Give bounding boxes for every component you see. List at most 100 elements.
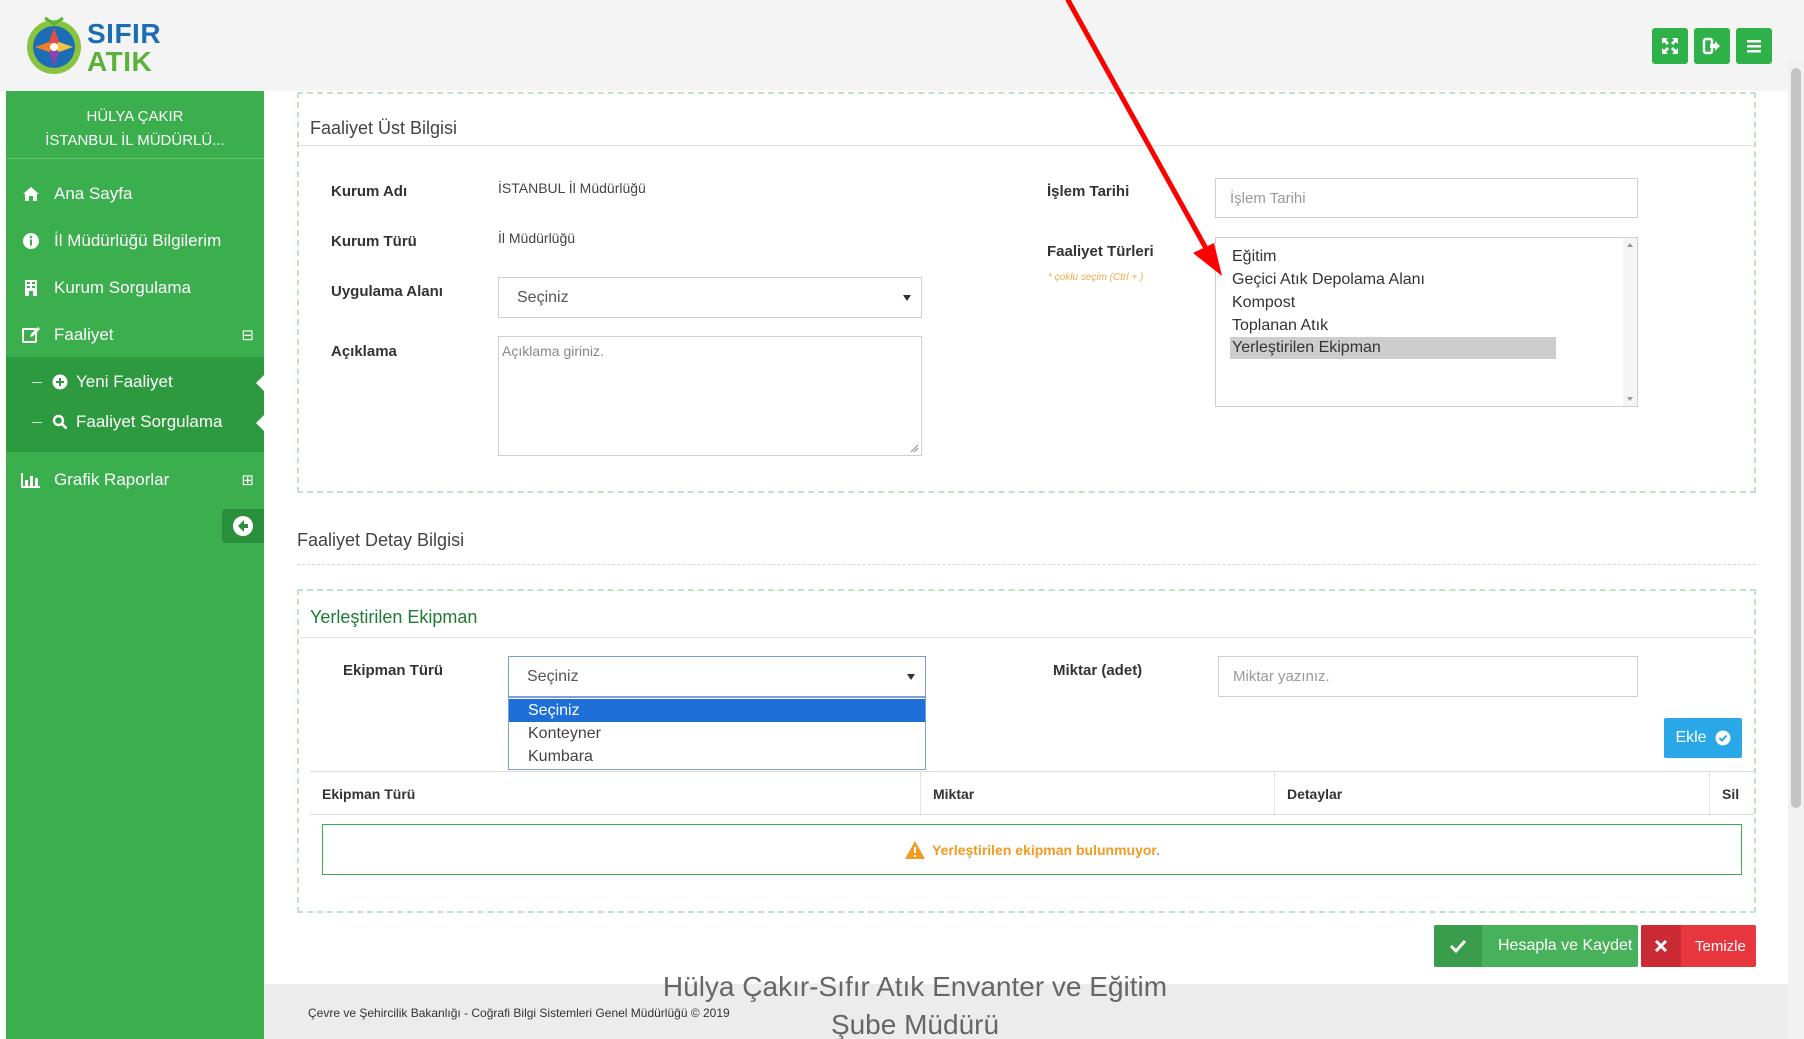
search-icon xyxy=(52,414,68,430)
logo-text-atik: ATIK xyxy=(87,46,153,77)
chevron-down-icon xyxy=(907,673,915,680)
sidebar-item-faaliyet[interactable]: Faaliyet ⊟ xyxy=(6,313,264,357)
listbox-option-egitim[interactable]: Eğitim xyxy=(1230,246,1556,268)
plus-circle-icon xyxy=(52,374,68,390)
bar-chart-icon xyxy=(20,469,42,491)
expand-icon xyxy=(1662,38,1678,54)
chevron-down-icon xyxy=(903,294,911,301)
button-label: Temizle xyxy=(1695,937,1746,955)
scroll-up-icon xyxy=(1627,243,1633,247)
aciklama-textarea[interactable]: Açıklama giriniz. xyxy=(498,336,922,456)
expand-toggle-icon[interactable]: ⊞ xyxy=(241,471,254,489)
active-caret-icon xyxy=(256,375,264,391)
sidebar: HÜLYA ÇAKIR İSTANBUL İL MÜDÜRLÜ... Ana S… xyxy=(6,91,264,1039)
listbox-option-yerlestirilen-ekipman[interactable]: Yerleştirilen Ekipman xyxy=(1230,337,1556,359)
caret-icon xyxy=(256,415,264,431)
sidebar-item-ana-sayfa[interactable]: Ana Sayfa xyxy=(6,172,264,216)
sidebar-item-label: Kurum Sorgulama xyxy=(54,278,192,297)
scrollbar-thumb[interactable] xyxy=(1791,68,1801,808)
dropdown-option-seciniz[interactable]: Seçiniz xyxy=(509,699,925,722)
user-info: HÜLYA ÇAKIR İSTANBUL İL MÜDÜRLÜ... xyxy=(6,91,264,159)
kurum-adi-label: Kurum Adı xyxy=(331,183,408,200)
divider xyxy=(297,564,1756,565)
ekipman-turu-dropdown: Seçiniz Konteyner Kumbara xyxy=(508,697,926,770)
dropdown-option-konteyner[interactable]: Konteyner xyxy=(509,722,925,745)
sidebar-item-il-mudurlugu[interactable]: İl Müdürlüğü Bilgilerim xyxy=(6,219,264,263)
watermark-line1: Hülya Çakır-Sıfır Atık Envanter ve Eğiti… xyxy=(662,971,1168,1002)
sidebar-item-label: Grafik Raporlar xyxy=(54,470,170,489)
warning-icon xyxy=(905,840,926,859)
top-header: SIFIR ATIK xyxy=(0,0,1804,91)
add-button[interactable]: Ekle xyxy=(1664,718,1742,758)
empty-message-text: Yerleştirilen ekipman bulunmuyor. xyxy=(932,841,1160,858)
sign-out-icon xyxy=(1702,37,1720,55)
islem-tarihi-input[interactable]: İşlem Tarihi xyxy=(1215,178,1638,218)
ekipman-turu-select[interactable]: Seçiniz xyxy=(508,656,926,697)
sidebar-subitem-faaliyet-sorgulama[interactable]: Faaliyet Sorgulama xyxy=(6,403,264,441)
edit-icon xyxy=(20,324,42,346)
collapse-sidebar-button[interactable] xyxy=(222,509,264,543)
select-value: Seçiniz xyxy=(527,667,579,685)
sidebar-item-kurum-sorgulama[interactable]: Kurum Sorgulama xyxy=(6,266,264,310)
column-header-miktar[interactable]: Miktar xyxy=(920,772,1274,816)
dropdown-option-kumbara[interactable]: Kumbara xyxy=(509,745,925,768)
watermark-line2: Şube Müdürü xyxy=(830,1009,1000,1039)
column-header-sil[interactable]: Sil xyxy=(1709,772,1754,816)
clear-button[interactable]: Temizle xyxy=(1641,925,1756,967)
collapse-toggle-icon[interactable]: ⊟ xyxy=(241,326,254,344)
ekipman-turu-label: Ekipman Türü xyxy=(343,662,444,679)
textarea-placeholder: Açıklama giriniz. xyxy=(502,343,604,359)
button-label: Ekle xyxy=(1675,729,1707,746)
info-icon xyxy=(20,230,42,252)
column-header-ekipman-turu[interactable]: Ekipman Türü xyxy=(310,772,920,816)
input-placeholder: Miktar yazınız. xyxy=(1233,668,1330,685)
listbox-option-gecici-atik[interactable]: Geçici Atık Depolama Alanı xyxy=(1230,269,1556,291)
section-title: Yerleştirilen Ekipman xyxy=(310,607,478,627)
listbox-scrollbar[interactable] xyxy=(1623,238,1637,406)
uygulama-alani-label: Uygulama Alanı xyxy=(331,283,443,300)
miktar-label: Miktar (adet) xyxy=(1053,662,1143,679)
listbox-option-kompost[interactable]: Kompost xyxy=(1230,292,1556,314)
listbox-option-toplanan-atik[interactable]: Toplanan Atık xyxy=(1230,315,1556,337)
uygulama-alani-select[interactable]: Seçiniz xyxy=(498,277,922,318)
sidebar-subitem-label: Yeni Faaliyet xyxy=(76,372,173,391)
building-icon xyxy=(20,277,42,299)
faaliyet-turleri-listbox[interactable]: Eğitim Geçici Atık Depolama Alanı Kompos… xyxy=(1215,237,1638,407)
faaliyet-turleri-label: Faaliyet Türleri xyxy=(1047,243,1154,260)
menu-button[interactable] xyxy=(1736,28,1772,64)
kurum-turu-value: İl Müdürlüğü xyxy=(498,230,576,246)
submenu-dash xyxy=(32,381,42,383)
panel-title: Faaliyet Üst Bilgisi xyxy=(310,118,458,138)
user-organization: İSTANBUL İL MÜDÜRLÜ... xyxy=(45,132,225,149)
ekipman-table-header: Ekipman Türü Miktar Detaylar Sil xyxy=(310,771,1754,816)
logo-flower-icon xyxy=(27,16,81,74)
faaliyet-submenu: Yeni Faaliyet Faaliyet Sorgulama xyxy=(6,357,264,452)
select-value: Seçiniz xyxy=(517,288,569,306)
divider xyxy=(299,145,1754,146)
scroll-down-icon xyxy=(1627,397,1633,401)
multi-select-hint: * çoklu seçim (Ctrl + ) xyxy=(1048,272,1144,283)
fullscreen-button[interactable] xyxy=(1652,28,1688,64)
page-scrollbar[interactable] xyxy=(1788,60,1804,1039)
divider xyxy=(299,637,1754,638)
empty-table-message: Yerleştirilen ekipman bulunmuyor. xyxy=(322,824,1742,875)
check-circle-icon xyxy=(1715,730,1731,746)
column-header-detaylar[interactable]: Detaylar xyxy=(1274,772,1709,816)
home-icon xyxy=(20,183,42,205)
input-placeholder: İşlem Tarihi xyxy=(1230,189,1306,207)
sidebar-subitem-yeni-faaliyet[interactable]: Yeni Faaliyet xyxy=(6,363,264,401)
sidebar-item-grafik-raporlar[interactable]: Grafik Raporlar ⊞ xyxy=(6,458,264,502)
sidebar-subitem-label: Faaliyet Sorgulama xyxy=(76,412,223,431)
sifir-atik-logo[interactable]: SIFIR ATIK xyxy=(25,14,165,78)
user-name: HÜLYA ÇAKIR xyxy=(86,108,184,125)
logout-button[interactable] xyxy=(1694,28,1730,64)
aciklama-label: Açıklama xyxy=(331,343,397,360)
sidebar-item-label: İl Müdürlüğü Bilgilerim xyxy=(54,231,222,250)
save-button[interactable]: Hesapla ve Kaydet xyxy=(1434,925,1638,967)
arrow-left-circle-icon xyxy=(233,516,253,536)
kurum-adi-value: İSTANBUL İl Müdürlüğü xyxy=(498,180,646,196)
resize-handle-icon xyxy=(910,444,919,453)
miktar-input[interactable]: Miktar yazınız. xyxy=(1218,656,1638,697)
button-label: Hesapla ve Kaydet xyxy=(1498,937,1633,954)
islem-tarihi-label: İşlem Tarihi xyxy=(1047,183,1130,200)
